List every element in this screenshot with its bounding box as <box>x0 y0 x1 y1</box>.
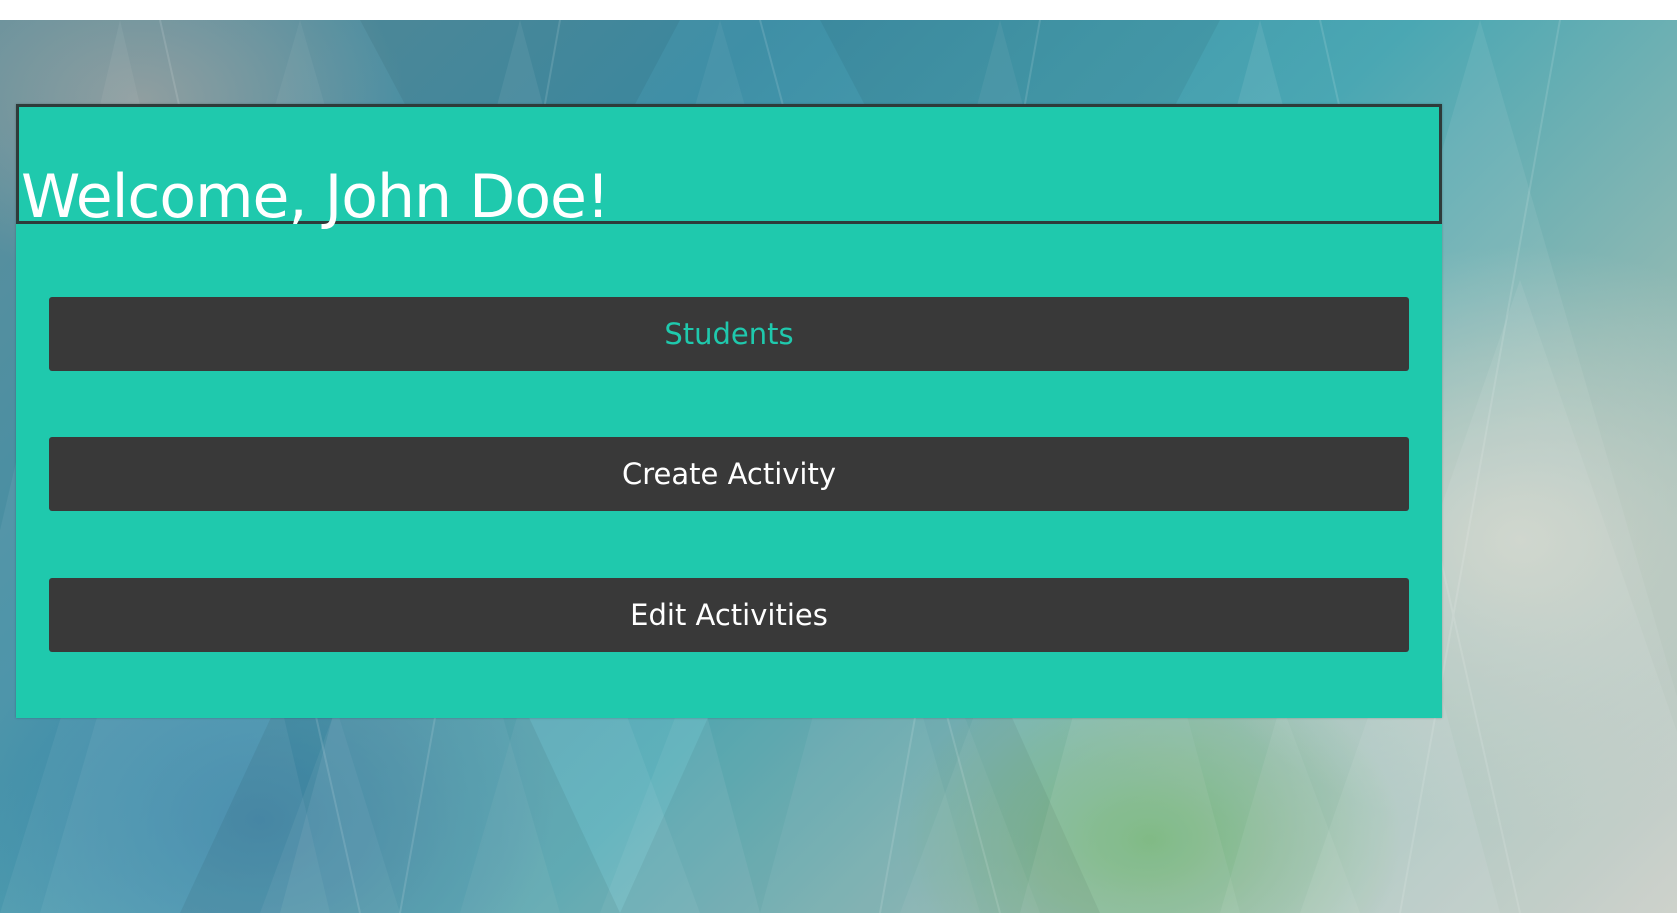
students-button[interactable]: Students <box>49 297 1409 371</box>
top-strip <box>0 0 1677 20</box>
welcome-header: Welcome, John Doe! <box>16 104 1442 232</box>
create-activity-button[interactable]: Create Activity <box>49 437 1409 511</box>
main-panel: Welcome, John Doe! Students Create Activ… <box>16 104 1442 718</box>
edit-activities-button[interactable]: Edit Activities <box>49 578 1409 652</box>
welcome-title: Welcome, John Doe! <box>21 162 610 232</box>
